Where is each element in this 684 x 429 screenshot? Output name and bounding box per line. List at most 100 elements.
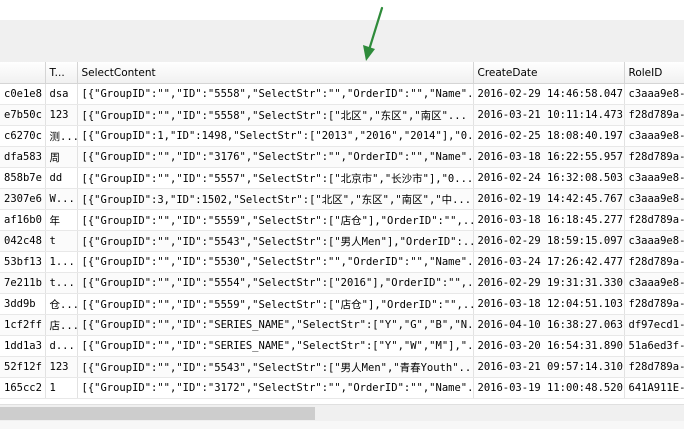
- cell-id[interactable]: af16b0: [0, 209, 46, 231]
- column-header-createdate[interactable]: CreateDate: [473, 62, 625, 84]
- cell-title[interactable]: W...: [45, 188, 78, 210]
- cell-createdate[interactable]: 2016-02-29 19:31:31.330: [473, 272, 625, 294]
- toolbar-area: [0, 20, 684, 63]
- cell-createdate[interactable]: 2016-02-25 18:08:40.197: [473, 125, 625, 147]
- column-header-roleid[interactable]: RoleID: [624, 62, 684, 84]
- cell-title[interactable]: t...: [45, 272, 78, 294]
- cell-roleid[interactable]: df97ecd1-: [624, 314, 684, 336]
- cell-selectcontent[interactable]: [{"GroupID":3,"ID":1502,"SelectStr":["北区…: [77, 188, 474, 210]
- cell-id[interactable]: 165cc2: [0, 377, 46, 399]
- cell-roleid[interactable]: c3aaa9e8-: [624, 188, 684, 210]
- cell-createdate[interactable]: 2016-03-24 17:26:42.477: [473, 251, 625, 273]
- cell-title[interactable]: 123: [45, 356, 78, 378]
- column-header-selectcontent[interactable]: SelectContent: [77, 62, 474, 84]
- cell-selectcontent[interactable]: [{"GroupID":"","ID":"5554","SelectStr":[…: [77, 272, 474, 294]
- cell-roleid[interactable]: f28d789a-: [624, 251, 684, 273]
- cell-id[interactable]: c0e1e8: [0, 83, 46, 105]
- table-row[interactable]: 3dd9b 仓... [{"GroupID":"","ID":"5559","Sel…: [0, 293, 684, 315]
- table-row[interactable]: af16b0 年 [{"GroupID":"","ID":"5559","Selec…: [0, 209, 684, 231]
- table-row[interactable]: 2307e6 W... [{"GroupID":3,"ID":1502,"Selec…: [0, 188, 684, 210]
- cell-title[interactable]: d...: [45, 335, 78, 357]
- cell-title[interactable]: dd: [45, 167, 78, 189]
- cell-createdate[interactable]: 2016-03-21 09:57:14.310: [473, 356, 625, 378]
- table-row[interactable]: dfa583 周 [{"GroupID":"","ID":"3176","Selec…: [0, 146, 684, 168]
- cell-id[interactable]: 3dd9b: [0, 293, 46, 315]
- cell-createdate[interactable]: 2016-03-21 10:11:14.473: [473, 104, 625, 126]
- cell-selectcontent[interactable]: [{"GroupID":"","ID":"5559","SelectStr":[…: [77, 209, 474, 231]
- cell-id[interactable]: c6270c: [0, 125, 46, 147]
- cell-title[interactable]: 周: [45, 146, 78, 168]
- cell-createdate[interactable]: 2016-03-18 16:18:45.277: [473, 209, 625, 231]
- table-row[interactable]: 7e211b t... [{"GroupID":"","ID":"5554","Se…: [0, 272, 684, 294]
- cell-createdate[interactable]: 2016-03-18 12:04:51.103: [473, 293, 625, 315]
- cell-title[interactable]: t: [45, 230, 78, 252]
- cell-selectcontent[interactable]: [{"GroupID":"","ID":"SERIES_NAME","Selec…: [77, 314, 474, 336]
- cell-createdate[interactable]: 2016-02-19 14:42:45.767: [473, 188, 625, 210]
- cell-id[interactable]: 7e211b: [0, 272, 46, 294]
- table-row[interactable]: 165cc2 1 [{"GroupID":"","ID":"3172","Selec…: [0, 377, 684, 399]
- cell-createdate[interactable]: 2016-02-24 16:32:08.503: [473, 167, 625, 189]
- results-grid[interactable]: T... SelectContent CreateDate RoleID c0e…: [0, 62, 684, 404]
- table-row[interactable]: 1cf2ff 店... [{"GroupID":"","ID":"SERIES_NA…: [0, 314, 684, 336]
- table-row[interactable]: 042c48 t [{"GroupID":"","ID":"5543","Selec…: [0, 230, 684, 252]
- cell-createdate[interactable]: 2016-03-19 11:00:48.520: [473, 377, 625, 399]
- cell-createdate[interactable]: 2016-03-20 16:54:31.890: [473, 335, 625, 357]
- cell-selectcontent[interactable]: [{"GroupID":"","ID":"5543","SelectStr":[…: [77, 230, 474, 252]
- cell-title[interactable]: 仓...: [45, 293, 78, 315]
- cell-id[interactable]: 53bf13: [0, 251, 46, 273]
- cell-title[interactable]: 1...: [45, 251, 78, 273]
- table-row[interactable]: c0e1e8 dsa [{"GroupID":"","ID":"5558","Sel…: [0, 83, 684, 105]
- table-row[interactable]: 1dd1a3 d... [{"GroupID":"","ID":"SERIES_NA…: [0, 335, 684, 357]
- cell-selectcontent[interactable]: [{"GroupID":"","ID":"5558","SelectStr":[…: [77, 104, 474, 126]
- cell-roleid[interactable]: c3aaa9e8-: [624, 125, 684, 147]
- cell-createdate[interactable]: 2016-03-18 16:22:55.957: [473, 146, 625, 168]
- cell-createdate[interactable]: 2016-02-29 18:59:15.097: [473, 230, 625, 252]
- cell-id[interactable]: 2307e6: [0, 188, 46, 210]
- cell-selectcontent[interactable]: [{"GroupID":"","ID":"5559","SelectStr":[…: [77, 293, 474, 315]
- cell-id[interactable]: e7b50c: [0, 104, 46, 126]
- table-row[interactable]: 53bf13 1... [{"GroupID":"","ID":"5530","Se…: [0, 251, 684, 273]
- cell-title[interactable]: 123: [45, 104, 78, 126]
- horizontal-scrollbar[interactable]: [0, 404, 684, 422]
- cell-selectcontent[interactable]: [{"GroupID":"","ID":"5558","SelectStr":"…: [77, 83, 474, 105]
- scrollbar-thumb[interactable]: [0, 407, 315, 420]
- cell-selectcontent[interactable]: [{"GroupID":"","ID":"5557","SelectStr":[…: [77, 167, 474, 189]
- column-header-title[interactable]: T...: [45, 62, 78, 84]
- cell-id[interactable]: 1cf2ff: [0, 314, 46, 336]
- cell-id[interactable]: 1dd1a3: [0, 335, 46, 357]
- cell-id[interactable]: 52f12f: [0, 356, 46, 378]
- column-header-id[interactable]: [0, 62, 46, 84]
- cell-id[interactable]: 858b7e: [0, 167, 46, 189]
- cell-selectcontent[interactable]: [{"GroupID":1,"ID":1498,"SelectStr":["20…: [77, 125, 474, 147]
- cell-id[interactable]: dfa583: [0, 146, 46, 168]
- cell-roleid[interactable]: f28d789a-: [624, 104, 684, 126]
- table-row[interactable]: 858b7e dd [{"GroupID":"","ID":"5557","Sele…: [0, 167, 684, 189]
- table-row[interactable]: c6270c 测... [{"GroupID":1,"ID":1498,"Selec…: [0, 125, 684, 147]
- cell-createdate[interactable]: 2016-04-10 16:38:27.063: [473, 314, 625, 336]
- table-row[interactable]: 52f12f 123 [{"GroupID":"","ID":"5543","Sel…: [0, 356, 684, 378]
- cell-createdate[interactable]: 2016-02-29 14:46:58.047: [473, 83, 625, 105]
- cell-title[interactable]: dsa: [45, 83, 78, 105]
- cell-roleid[interactable]: f28d789a-: [624, 209, 684, 231]
- cell-roleid[interactable]: c3aaa9e8-: [624, 83, 684, 105]
- cell-roleid[interactable]: 51a6ed3f-: [624, 335, 684, 357]
- cell-roleid[interactable]: c3aaa9e8-: [624, 230, 684, 252]
- cell-title[interactable]: 年: [45, 209, 78, 231]
- top-band: [0, 0, 684, 20]
- cell-selectcontent[interactable]: [{"GroupID":"","ID":"SERIES_NAME","Selec…: [77, 335, 474, 357]
- cell-id[interactable]: 042c48: [0, 230, 46, 252]
- cell-roleid[interactable]: f28d789a-: [624, 146, 684, 168]
- cell-selectcontent[interactable]: [{"GroupID":"","ID":"3172","SelectStr":"…: [77, 377, 474, 399]
- cell-roleid[interactable]: 641A911E-: [624, 377, 684, 399]
- cell-roleid[interactable]: f28d789a-: [624, 356, 684, 378]
- cell-title[interactable]: 1: [45, 377, 78, 399]
- cell-selectcontent[interactable]: [{"GroupID":"","ID":"5530","SelectStr":"…: [77, 251, 474, 273]
- cell-title[interactable]: 店...: [45, 314, 78, 336]
- cell-roleid[interactable]: c3aaa9e8-: [624, 272, 684, 294]
- cell-roleid[interactable]: c3aaa9e8-: [624, 167, 684, 189]
- cell-selectcontent[interactable]: [{"GroupID":"","ID":"3176","SelectStr":"…: [77, 146, 474, 168]
- table-row[interactable]: e7b50c 123 [{"GroupID":"","ID":"5558","Sel…: [0, 104, 684, 126]
- cell-selectcontent[interactable]: [{"GroupID":"","ID":"5543","SelectStr":[…: [77, 356, 474, 378]
- cell-title[interactable]: 测...: [45, 125, 78, 147]
- cell-roleid[interactable]: f28d789a-: [624, 293, 684, 315]
